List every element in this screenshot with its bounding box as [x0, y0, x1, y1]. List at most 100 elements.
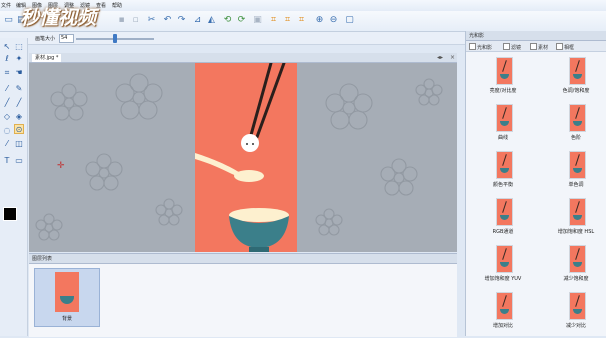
clone-stamp-icon[interactable]: ◈ [14, 112, 24, 122]
spray-icon[interactable]: ╱ [14, 98, 24, 108]
effect-item[interactable]: RGB通道 [473, 198, 533, 244]
canvas-image[interactable] [29, 63, 457, 252]
blur-icon[interactable]: ◌ [2, 126, 12, 136]
dumpling [241, 134, 259, 152]
rotate-right-icon[interactable]: ⟳ [236, 15, 247, 26]
shape-tool-icon[interactable]: ▭ [14, 156, 24, 166]
move-tool-icon[interactable]: ↖ [2, 42, 12, 52]
effect-label: 减少饱和度 [563, 276, 589, 282]
layers-panel-header: 图层列表 [29, 254, 457, 264]
effect-item[interactable]: 增加饱和度 YUV [473, 245, 533, 291]
canvas-header: 素材.jpg * ◂▸ × [29, 53, 457, 63]
canvas-panel: 素材.jpg * ◂▸ × ✛ [29, 53, 457, 252]
effect-thumbnail [569, 245, 586, 273]
effects-panel-header: 光和影 [466, 31, 606, 41]
effect-thumbnail [496, 245, 513, 273]
tab-filters[interactable]: 滤镜 [503, 43, 521, 51]
pencil-icon[interactable]: ✎ [14, 84, 24, 94]
tab-light-shadow[interactable]: 光和影 [469, 43, 492, 51]
flip-vertical-icon[interactable]: ◭ [206, 15, 217, 26]
redo-icon[interactable]: ↷ [176, 15, 187, 26]
brush-icon[interactable]: ╱ [2, 98, 12, 108]
lasso-icon[interactable]: ℓ [2, 54, 12, 64]
save-icon[interactable]: ▪ [116, 15, 127, 26]
eyedropper-icon[interactable]: ⁄ [2, 84, 12, 94]
new-file-icon[interactable]: ▭ [3, 15, 14, 26]
effect-thumbnail [569, 104, 586, 132]
effect-thumbnail [496, 198, 513, 226]
effect-item[interactable]: 色调/饱和度 [546, 57, 606, 103]
canvas-area[interactable]: ✛ [29, 63, 457, 252]
tools-palette: ↖ ⬚ ℓ ✦ ⌗ ☚ ⁄ ✎ ╱ ╱ ◇ ◈ ◌ ⊙ ⁄ ◫ T ▭ [0, 38, 28, 336]
slice-icon[interactable]: ⌗ [296, 15, 307, 26]
effects-panel: 光和影 光和影 滤镜 素材 相框 亮度/对比度 色调/饱和度 曲线 色阶 颜色平… [465, 31, 606, 336]
effect-item[interactable]: 颜色平衡 [473, 151, 533, 197]
fill-bucket-icon[interactable]: ◫ [14, 139, 24, 149]
brush-size-slider-thumb[interactable] [113, 34, 117, 43]
foreground-color-swatch[interactable] [3, 207, 17, 221]
effect-item[interactable]: 增加对比 [473, 292, 533, 338]
effect-thumbnail [496, 151, 513, 179]
effect-thumbnail [569, 151, 586, 179]
fit-screen-icon[interactable]: ▢ [344, 15, 355, 26]
effect-label: 色阶 [570, 135, 581, 141]
layer-item[interactable]: 背景 [34, 268, 100, 327]
effect-label: 减少对比 [565, 323, 586, 329]
print-icon[interactable]: ▫ [130, 15, 141, 26]
effect-item[interactable]: 色阶 [546, 104, 606, 150]
layers-panel-title: 图层列表 [32, 256, 53, 262]
menu-file[interactable]: 文件 [1, 2, 11, 9]
effect-thumbnail [569, 292, 586, 320]
brush-size-input[interactable]: 54 [59, 34, 74, 43]
crop-tool-icon[interactable]: ⌗ [2, 68, 12, 78]
dodge-icon[interactable]: ⁄ [2, 139, 12, 149]
document-tab[interactable]: 素材.jpg * [32, 54, 62, 62]
layer-name: 背景 [61, 316, 72, 322]
effect-label: 增加对比 [492, 323, 513, 329]
tab-materials[interactable]: 素材 [530, 43, 548, 51]
grid-icon[interactable]: ⌗ [282, 15, 293, 26]
effect-thumbnail [569, 198, 586, 226]
effects-panel-title: 光和影 [469, 33, 485, 39]
layer-thumbnail [55, 272, 79, 312]
effect-thumbnail [569, 57, 586, 85]
effects-tabs: 光和影 滤镜 素材 相框 [466, 41, 606, 52]
effect-item[interactable]: 曲线 [473, 104, 533, 150]
effect-item[interactable]: 亮度/对比度 [473, 57, 533, 103]
effect-thumbnail [496, 292, 513, 320]
text-tool-icon[interactable]: T [2, 156, 12, 166]
crop-icon[interactable]: ⌗ [268, 15, 279, 26]
resize-icon[interactable]: ▣ [252, 15, 263, 26]
effect-thumbnail [496, 57, 513, 85]
magic-wand-icon[interactable]: ✦ [14, 54, 24, 64]
effect-label: 颜色平衡 [492, 182, 513, 188]
flip-horizontal-icon[interactable]: ⊿ [192, 15, 203, 26]
effect-label: 曲线 [497, 135, 508, 141]
effect-thumbnail [496, 104, 513, 132]
effect-item[interactable]: 减少饱和度 [546, 245, 606, 291]
undo-icon[interactable]: ↶ [162, 15, 173, 26]
effect-label: 色调/饱和度 [562, 88, 590, 94]
red-eye-icon[interactable]: ⊙ [14, 124, 24, 134]
effect-item[interactable]: 减少对比 [546, 292, 606, 338]
zoom-in-icon[interactable]: ⊕ [314, 15, 325, 26]
effect-label: 亮度/对比度 [489, 88, 517, 94]
effect-label: 增加饱和度 HSL [557, 229, 595, 235]
close-document-icon[interactable]: × [450, 53, 455, 62]
effect-label: 单色调 [568, 182, 584, 188]
rect-select-icon[interactable]: ⬚ [14, 42, 24, 52]
effect-item[interactable]: 增加饱和度 HSL [546, 198, 606, 244]
effect-item[interactable]: 单色调 [546, 151, 606, 197]
tab-scroll-icon[interactable]: ◂▸ [437, 53, 443, 62]
hand-icon[interactable]: ☚ [14, 68, 24, 78]
tab-frames[interactable]: 相框 [556, 43, 574, 51]
effect-label: 增加饱和度 YUV [484, 276, 522, 282]
layers-panel: 图层列表 背景 [29, 253, 457, 337]
brush-size-label: 画笔大小 [35, 36, 56, 42]
cut-icon[interactable]: ✂ [146, 15, 157, 26]
zoom-out-icon[interactable]: ⊖ [328, 15, 339, 26]
menu-help[interactable]: 帮助 [112, 2, 122, 9]
effect-label: RGB通道 [492, 229, 514, 235]
rotate-left-icon[interactable]: ⟲ [222, 15, 233, 26]
eraser-icon[interactable]: ◇ [2, 112, 12, 122]
